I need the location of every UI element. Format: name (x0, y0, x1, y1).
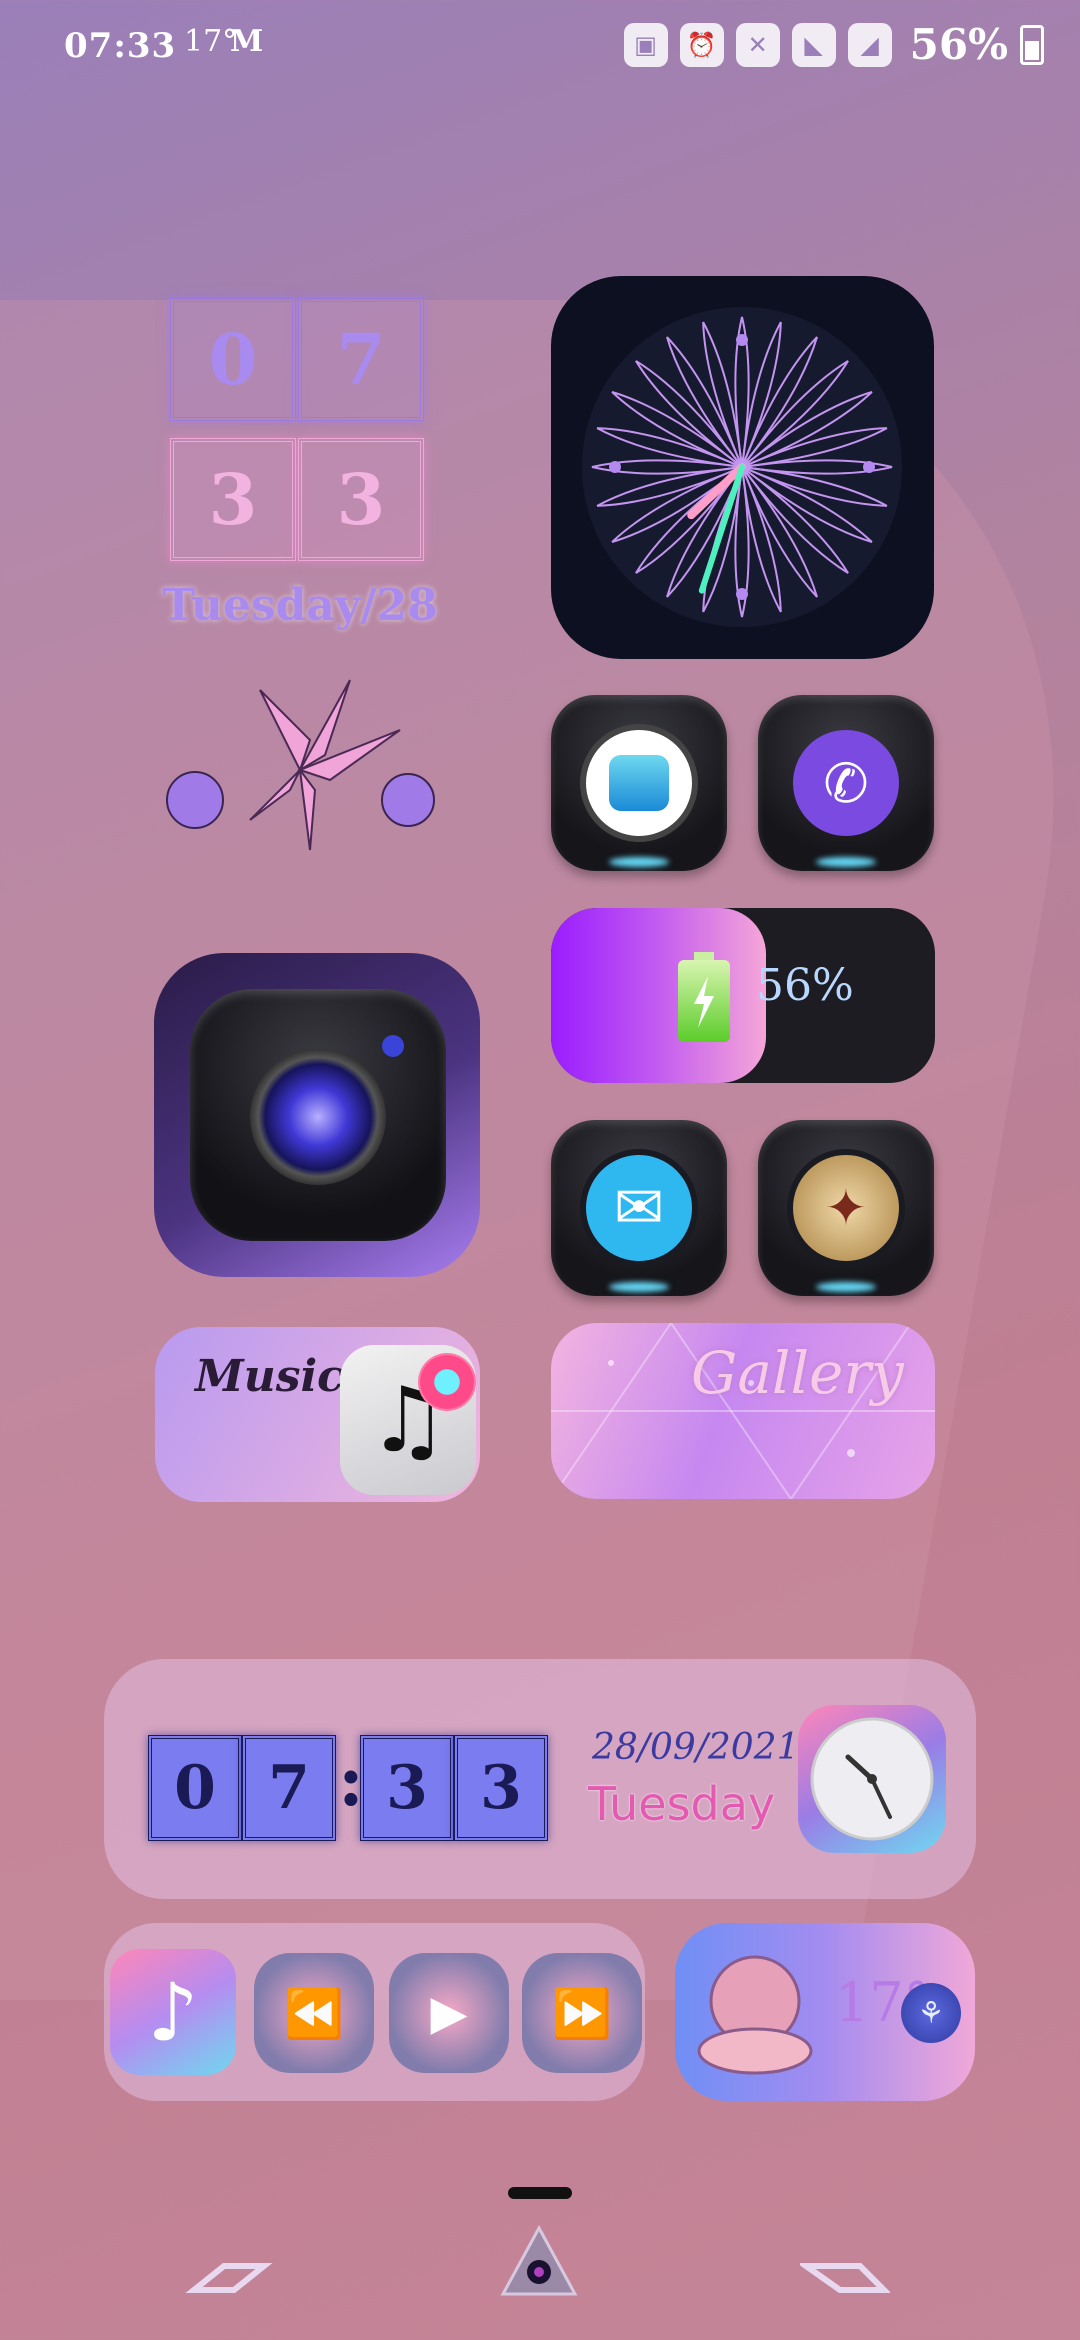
compass-icon: ✦ (787, 1149, 905, 1267)
back-icon (185, 2263, 273, 2293)
hour-digit-1: 0 (170, 298, 296, 421)
music-player-widget: ♪ ⏪ ▶ ⏩ (104, 1923, 645, 2101)
viber-app[interactable]: ✆ (758, 695, 934, 871)
sun-cloud-icon (697, 1955, 813, 2075)
clock-app[interactable] (798, 1705, 946, 1853)
camera-body (190, 989, 446, 1241)
music-app-icon[interactable]: ♪ (110, 1949, 236, 2075)
hour-digit-2: 7 (298, 298, 424, 421)
dt-digit-4: 3 (454, 1735, 548, 1841)
camera-icon (250, 1049, 386, 1185)
analog-clock-widget[interactable] (551, 276, 934, 659)
dt-digit-1: 0 (148, 1735, 242, 1841)
home-triangle-icon (500, 2224, 578, 2296)
weather-widget[interactable]: 17° ⚘ (675, 1923, 975, 2101)
day-label: Tuesday/28 (162, 580, 438, 631)
fast-forward-icon[interactable]: ⏩ (522, 1953, 642, 2073)
status-icons: ▣ ⏰ ✕ ◣ ◢ 56% (623, 20, 1044, 69)
mail-icon: ✉ (580, 1149, 698, 1267)
notification-icon: M (230, 24, 264, 59)
music-record-icon (418, 1353, 476, 1411)
viber-icon: ✆ (793, 730, 899, 836)
wifi-icon: ◣ (791, 22, 836, 67)
dt-date: 28/09/2021 (592, 1727, 800, 1768)
mail-app[interactable]: ✉ (551, 1120, 727, 1296)
status-battery-percent: 56% (909, 20, 1008, 69)
status-time: 07:33 (64, 26, 177, 66)
battery-widget[interactable]: 56% (551, 908, 935, 1083)
music-label: Music (195, 1351, 344, 1402)
signal-icon: ◢ (847, 22, 892, 67)
compass-app[interactable]: ✦ (758, 1120, 934, 1296)
clock-icon (810, 1717, 934, 1841)
app-store-app[interactable] (551, 695, 727, 871)
recents-icon (800, 2263, 890, 2293)
minute-digit-2: 3 (298, 438, 424, 561)
camera-flash-icon (382, 1035, 404, 1057)
battery-level-bar (551, 908, 767, 1083)
flower-decoration (166, 679, 435, 851)
alarm-icon: ⏰ (679, 22, 724, 67)
gallery-widget[interactable]: Gallery (551, 1323, 935, 1499)
play-icon[interactable]: ▶ (389, 1953, 509, 2073)
minute-digit-1: 3 (170, 438, 296, 561)
mute-icon: ✕ (735, 22, 780, 67)
gallery-label: Gallery (691, 1339, 904, 1407)
dt-digit-3: 3 (360, 1735, 454, 1841)
app-store-icon (580, 724, 698, 842)
home-indicator[interactable] (508, 2187, 572, 2199)
dt-digit-2: 7 (242, 1735, 336, 1841)
datetime-widget[interactable]: 0 7 : 3 3 28/09/2021 Tuesday (104, 1659, 976, 1899)
navigation-bar (0, 2224, 1080, 2330)
rewind-icon[interactable]: ⏪ (254, 1953, 374, 2073)
weather-badge-icon: ⚘ (901, 1983, 961, 2043)
home-button[interactable] (494, 2224, 584, 2296)
analog-clock-face (582, 307, 902, 627)
recents-button[interactable] (800, 2248, 890, 2308)
music-widget[interactable]: Music ♫ (155, 1327, 480, 1502)
battery-percent-label: 56% (756, 960, 854, 1011)
status-bar: 07:33 17° M ▣ ⏰ ✕ ◣ ◢ 56% (0, 0, 1080, 90)
battery-saver-icon: ▣ (623, 22, 668, 67)
battery-charging-icon (678, 952, 731, 1042)
camera-app[interactable] (154, 953, 480, 1277)
back-button[interactable] (184, 2248, 274, 2308)
battery-icon (1020, 24, 1044, 65)
dt-day: Tuesday (588, 1777, 776, 1831)
